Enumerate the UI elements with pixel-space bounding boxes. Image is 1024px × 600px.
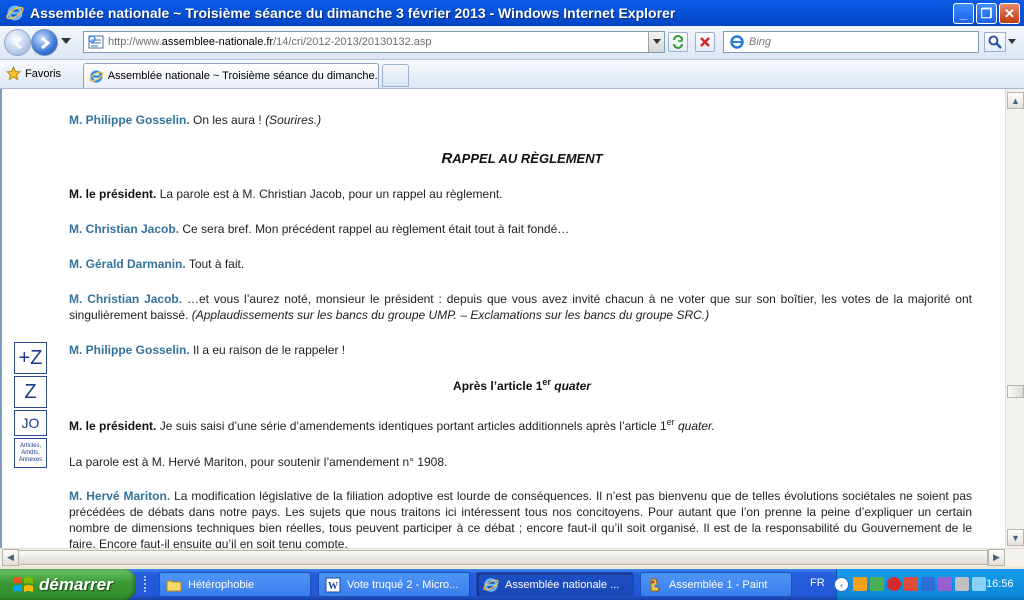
minimize-button[interactable]: _	[953, 3, 974, 24]
section-heading: RAPPEL AU RÈGLEMENT	[441, 150, 603, 167]
speaker-link[interactable]: M. Christian Jacob.	[69, 292, 182, 306]
tray-volume-icon[interactable]	[955, 577, 969, 591]
scroll-right-arrow-icon[interactable]: ▶	[988, 549, 1005, 566]
clock: 16:56	[986, 578, 1014, 590]
taskbar-item-word[interactable]: W Vote truqué 2 - Micro...	[318, 572, 470, 597]
tray-update-icon[interactable]	[972, 577, 986, 591]
ie-tab-icon	[89, 69, 104, 83]
paragraph-president-2: M. le président. Je suis saisi d’une sér…	[69, 417, 715, 434]
start-button[interactable]: démarrer	[0, 569, 136, 600]
paragraph-gosselin-2: M. Philippe Gosselin. Il a eu raison de …	[69, 343, 346, 357]
navigation-bar: http://www.assemblee-nationale.fr/14/cri…	[0, 26, 1024, 60]
paint-icon	[650, 578, 660, 591]
ie-taskbar-icon	[483, 577, 499, 592]
paragraph-president-1: M. le président. La parole est à M. Chri…	[69, 187, 503, 201]
favorites-button[interactable]: Favoris	[6, 66, 61, 81]
start-label: démarrer	[39, 574, 113, 594]
stop-icon	[700, 37, 710, 47]
tray-security-icon[interactable]	[887, 577, 901, 591]
favorites-label: Favoris	[25, 67, 62, 80]
taskbar-item-ie[interactable]: Assemblée nationale ...	[476, 572, 634, 597]
history-dropdown-icon[interactable]	[61, 38, 71, 44]
windows-flag-icon	[13, 576, 33, 592]
page-icon	[88, 35, 104, 49]
horizontal-scrollbar[interactable]: ◀ ▶	[0, 548, 1024, 566]
search-button[interactable]	[984, 32, 1006, 52]
jo-button[interactable]: JO	[14, 410, 47, 436]
search-box[interactable]	[723, 31, 979, 53]
vertical-scroll-thumb[interactable]	[1007, 385, 1024, 398]
tray-display-icon[interactable]	[921, 577, 935, 591]
tray-network-icon[interactable]	[870, 577, 884, 591]
taskbar: démarrer Hétérophobie W Vote truqué 2 - …	[0, 569, 1024, 600]
back-button[interactable]	[4, 29, 31, 56]
stop-button[interactable]	[695, 32, 715, 52]
tab-label: Assemblée nationale ~ Troisième séance d…	[107, 70, 378, 82]
paragraph-mariton: M. Hervé Mariton. La modification législ…	[69, 489, 972, 548]
annexes-button[interactable]: Articles, Amdts, Annexes	[14, 438, 47, 468]
close-button[interactable]: ✕	[999, 3, 1020, 24]
zoom-in-button[interactable]: +Z	[14, 342, 47, 374]
bing-logo-icon	[730, 35, 744, 49]
vertical-scrollbar[interactable]: ▲ ▼	[1005, 89, 1024, 548]
forward-arrow-icon	[40, 36, 50, 49]
language-indicator[interactable]: FR	[810, 577, 825, 589]
speaker-label: M. le président.	[69, 187, 157, 201]
taskbar-item-folder[interactable]: Hétérophobie	[159, 572, 311, 597]
favorites-bar: Favoris Assemblée nationale ~ Troisième …	[0, 60, 1024, 89]
restore-button[interactable]: ❐	[976, 3, 997, 24]
speaker-link[interactable]: M. Hervé Mariton.	[69, 489, 170, 503]
speaker-link[interactable]: M. Christian Jacob.	[69, 222, 179, 236]
tray-alert-icon[interactable]	[904, 577, 918, 591]
tray-expand-icon[interactable]: ‹	[834, 577, 849, 592]
scroll-down-arrow-icon[interactable]: ▼	[1007, 529, 1024, 546]
new-tab-button[interactable]	[382, 64, 409, 87]
article-subheading: Après l’article 1er quater	[453, 377, 591, 394]
horizontal-scroll-thumb[interactable]	[18, 550, 988, 565]
zoom-out-button[interactable]: Z	[14, 376, 47, 408]
search-input[interactable]	[749, 36, 969, 48]
refresh-icon	[673, 35, 683, 49]
speaker-link[interactable]: M. Philippe Gosselin.	[69, 343, 190, 357]
page-content: M. Philippe Gosselin. On les aura ! (Sou…	[0, 89, 1007, 548]
refresh-button[interactable]	[668, 32, 688, 52]
paragraph-gosselin-1: M. Philippe Gosselin. On les aura ! (Sou…	[69, 113, 322, 127]
search-options-dropdown-icon[interactable]	[1008, 39, 1016, 44]
folder-icon	[166, 580, 182, 591]
url-dropdown-button[interactable]	[648, 32, 664, 52]
paragraph-jacob-1: M. Christian Jacob. Ce sera bref. Mon pr…	[69, 222, 570, 236]
paragraph-jacob-2: M. Christian Jacob. …et vous l’aurez not…	[69, 292, 972, 322]
speaker-link[interactable]: M. Philippe Gosselin.	[69, 113, 190, 127]
svg-text:W: W	[328, 581, 338, 592]
scroll-up-arrow-icon[interactable]: ▲	[1007, 92, 1024, 109]
chevron-down-icon	[652, 39, 661, 44]
speaker-link[interactable]: M. Gérald Darmanin.	[69, 257, 186, 271]
forward-button[interactable]	[31, 29, 58, 56]
scroll-left-arrow-icon[interactable]: ◀	[2, 549, 19, 566]
url-text: http://www.assemblee-nationale.fr/14/cri…	[108, 36, 432, 48]
word-document-icon: W	[325, 577, 341, 592]
paragraph-parole: La parole est à M. Hervé Mariton, pour s…	[69, 455, 448, 469]
speaker-label: M. le président.	[69, 419, 157, 433]
window-title: Assemblée nationale ~ Troisième séance d…	[30, 5, 676, 21]
search-icon	[988, 35, 1002, 49]
tray-app-icon[interactable]	[853, 577, 867, 591]
address-bar[interactable]: http://www.assemblee-nationale.fr/14/cri…	[83, 31, 665, 53]
paragraph-darmanin: M. Gérald Darmanin. Tout à fait.	[69, 257, 245, 271]
browser-tab[interactable]: Assemblée nationale ~ Troisième séance d…	[83, 63, 379, 88]
title-bar: Assemblée nationale ~ Troisième séance d…	[0, 0, 1024, 26]
star-icon	[6, 66, 21, 81]
back-arrow-icon	[12, 36, 22, 49]
tray-messenger-icon[interactable]	[938, 577, 952, 591]
taskbar-item-paint[interactable]: Assemblée 1 - Paint	[640, 572, 792, 597]
quicklaunch-grip[interactable]	[144, 576, 154, 592]
ie-logo-icon	[6, 5, 24, 21]
